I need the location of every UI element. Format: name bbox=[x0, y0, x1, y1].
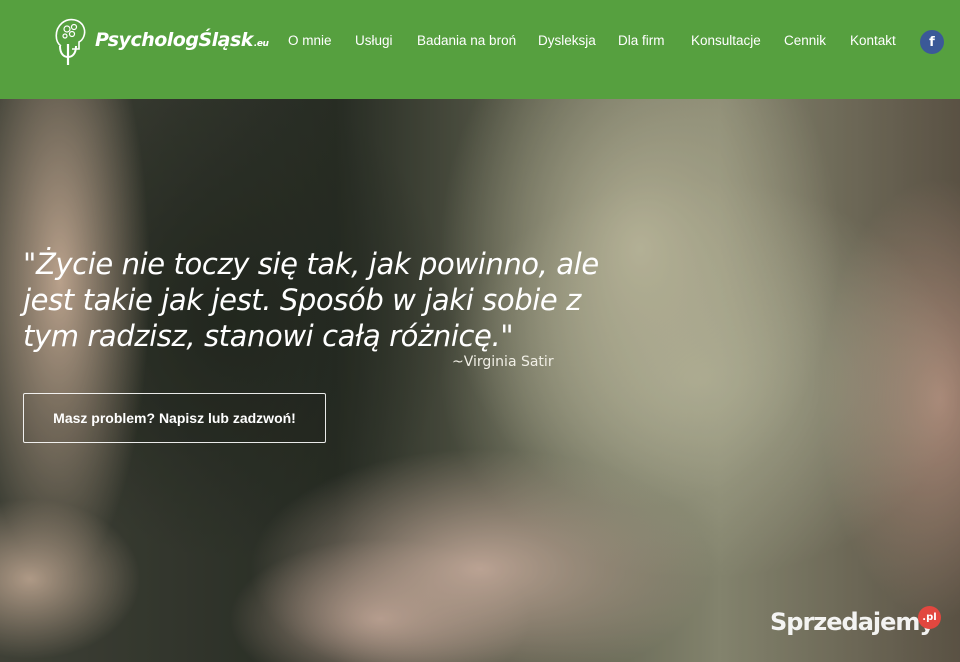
hero-quote: "Życie nie toczy się tak, jak powinno, a… bbox=[23, 247, 599, 353]
nav-item-kontakt[interactable]: Kontakt bbox=[850, 33, 896, 48]
nav-item-uslugi[interactable]: Usługi bbox=[355, 33, 393, 48]
brand-name: PsychologŚląsk.eu bbox=[95, 29, 269, 51]
facebook-icon[interactable]: f bbox=[920, 30, 944, 54]
head-psi-logo-icon bbox=[55, 18, 86, 65]
watermark-text: Sprzedajemy bbox=[770, 608, 935, 636]
nav-item-dysleksja[interactable]: Dysleksja bbox=[538, 33, 596, 48]
nav-item-badania-na-bron[interactable]: Badania na broń bbox=[417, 33, 516, 48]
nav-item-o-mnie[interactable]: O mnie bbox=[288, 33, 332, 48]
site-logo[interactable]: PsychologŚląsk.eu bbox=[52, 16, 269, 66]
hero-background-image bbox=[0, 99, 960, 662]
brand-tld: .eu bbox=[253, 39, 269, 49]
hero-section: "Życie nie toczy się tak, jak powinno, a… bbox=[0, 99, 960, 662]
nav-item-dla-firm[interactable]: Dla firm bbox=[618, 33, 665, 48]
site-header: PsychologŚląsk.eu O mnie Usługi Badania … bbox=[0, 0, 960, 99]
contact-cta-button[interactable]: Masz problem? Napisz lub zadzwoń! bbox=[23, 393, 326, 443]
nav-item-cennik[interactable]: Cennik bbox=[784, 33, 826, 48]
quote-author: ~Virginia Satir bbox=[452, 354, 554, 370]
nav-item-konsultacje[interactable]: Konsultacje bbox=[691, 33, 761, 48]
watermark-badge: .pl bbox=[918, 606, 941, 629]
